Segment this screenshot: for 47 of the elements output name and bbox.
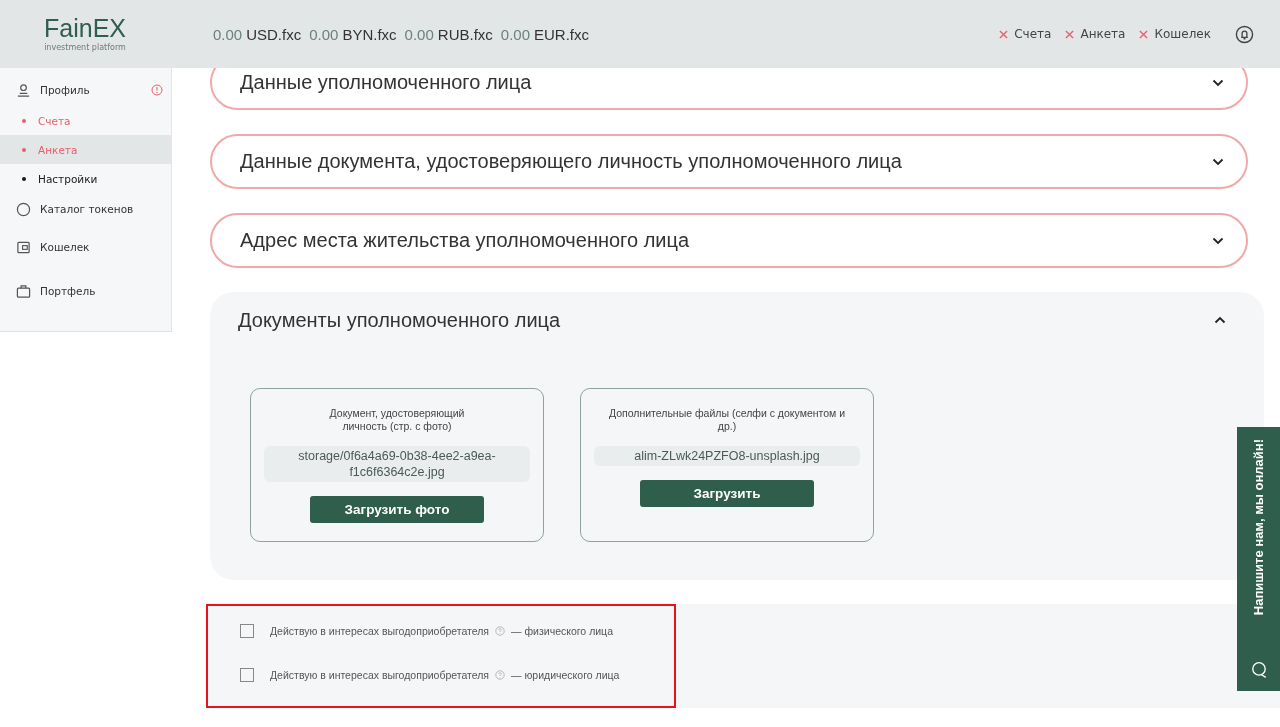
section-title[interactable]: Документы уполномоченного лица (238, 308, 1214, 332)
sidebar-item[interactable]: Профиль (0, 74, 171, 106)
logo-tagline: investment platform (44, 43, 126, 52)
briefcase-icon (16, 283, 31, 299)
balance-amount: 0.00 (404, 25, 434, 43)
status-link[interactable]: Анкета (1080, 27, 1126, 41)
chevron-icon[interactable] (1212, 157, 1224, 166)
file-name-field: storage/0f6a4a69-0b38-4ee2-a9ea-f1c6f6364c2e.jpg (264, 446, 530, 483)
balance-currency: EUR.fxc (534, 25, 590, 43)
sidebar-item[interactable]: Портфель (0, 269, 171, 313)
sidebar-subitem[interactable]: Настройки (0, 164, 171, 193)
balance-currency: RUB.fxc (437, 25, 493, 43)
chevron-icon[interactable] (1212, 78, 1224, 87)
option-label: Действую в интересах выгодоприобретателя (270, 625, 490, 637)
status-link[interactable]: Счета (1014, 27, 1052, 41)
sidebar-item[interactable]: Кошелек (0, 225, 171, 269)
person-icon (16, 82, 31, 98)
circle-icon (16, 201, 31, 217)
chevron-icon[interactable] (1212, 236, 1224, 245)
balance-currency: USD.fxc (246, 25, 302, 43)
upload-button[interactable]: Загрузить фото (310, 496, 484, 524)
checkbox[interactable] (240, 624, 254, 638)
option-suffix: — юридического лица (511, 669, 620, 681)
option-label: Действую в интересах выгодоприобретателя (270, 669, 490, 681)
option-suffix: — физического лица (511, 625, 613, 637)
status-link[interactable]: Кошелек (1154, 27, 1211, 41)
checkbox[interactable] (240, 668, 254, 682)
file-name-field: alim-ZLwk24PZFO8-unsplash.jpg (594, 446, 860, 467)
section-title[interactable]: Данные уполномоченного лица (240, 71, 1212, 94)
bell-icon[interactable] (1235, 24, 1254, 44)
section-title[interactable]: Данные документа, удостоверяющего личность уполномоченного лица (240, 150, 1212, 173)
section-title[interactable]: Адрес места жительства уполномоченного лица (240, 229, 1212, 252)
upload-caption: Документ, удостоверяющий личность (стр. с фото) (328, 407, 466, 433)
logo-wordmark[interactable]: FainEX (44, 16, 126, 41)
sidebar-item[interactable]: Каталог токенов (0, 193, 171, 225)
subitem-label: Счета (38, 114, 71, 127)
upload-caption: Дополнительные файлы (селфи с документом и др.) (607, 407, 847, 433)
balance-amount: 0.00 (500, 25, 531, 43)
balance-amount: 0.00 (309, 25, 339, 43)
chat-tab[interactable]: Напишите нам, мы онлайн! (1237, 427, 1280, 691)
balance-amount: 0.00 (213, 25, 243, 43)
subitem-label: Анкета (38, 143, 78, 156)
wallet-icon (16, 239, 31, 255)
balance-currency: BYN.fxc (342, 25, 397, 43)
upload-button[interactable]: Загрузить (640, 480, 814, 508)
chevron-icon[interactable] (1214, 316, 1226, 324)
subitem-label: Настройки (38, 172, 98, 185)
